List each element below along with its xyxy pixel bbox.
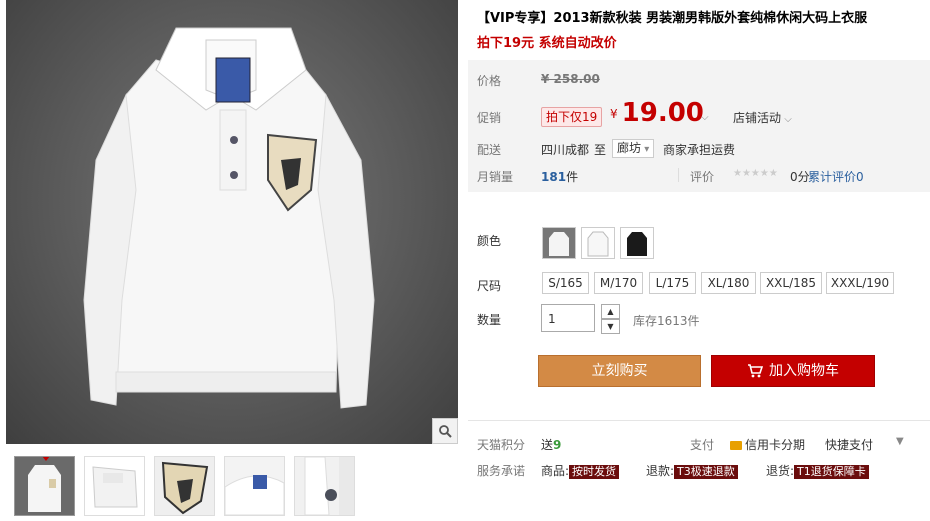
- rating-stars-icon: ★★★★★: [733, 168, 778, 179]
- thumbnail-5[interactable]: [294, 456, 355, 516]
- rating-label: 评价: [690, 170, 715, 184]
- color-swatch-black[interactable]: [620, 227, 654, 259]
- destination-value: 廊坊: [617, 141, 642, 155]
- refund-label: 退款:: [646, 464, 675, 478]
- magnifier-icon: [439, 425, 452, 438]
- size-option-l[interactable]: L/175: [649, 272, 696, 294]
- goods-tag[interactable]: 按时发货: [569, 465, 620, 479]
- white-shirt-icon: [582, 228, 614, 258]
- thumb-badge-image: [155, 457, 214, 515]
- thumb-button-image: [295, 457, 354, 515]
- to-word: 至: [594, 143, 607, 157]
- promo-label: 促销: [477, 111, 502, 125]
- size-option-m[interactable]: M/170: [594, 272, 643, 294]
- points-info: 送9: [541, 436, 561, 453]
- thumbnail-4[interactable]: [224, 456, 285, 516]
- add-to-cart-button[interactable]: 加入购物车: [711, 355, 875, 387]
- size-option-s[interactable]: S/165: [542, 272, 589, 294]
- destination-select[interactable]: 廊坊 ▾: [612, 139, 655, 158]
- store-activity-dropdown[interactable]: 店铺活动 ⌵: [733, 109, 792, 126]
- points-label: 天猫积分: [477, 438, 526, 452]
- quick-pay: 快捷支付: [825, 438, 874, 452]
- section-divider: [468, 420, 930, 421]
- quantity-decrease-button[interactable]: ▼: [601, 319, 620, 334]
- buy-now-button[interactable]: 立刻购买: [538, 355, 701, 387]
- size-option-xxl[interactable]: XXL/185: [760, 272, 822, 294]
- size-option-xxxl[interactable]: XXXL/190: [826, 272, 894, 294]
- color-label: 颜色: [477, 234, 502, 248]
- goods-label: 商品:: [541, 464, 570, 478]
- thumbnail-3[interactable]: [154, 456, 215, 516]
- size-option-xl[interactable]: XL/180: [701, 272, 756, 294]
- divider: [678, 168, 679, 182]
- black-shirt-icon: [621, 228, 653, 258]
- thumbnail-2[interactable]: [84, 456, 145, 516]
- quantity-input[interactable]: 1: [541, 304, 595, 332]
- size-label: 尺码: [477, 279, 502, 293]
- monthly-sales: 181件: [541, 168, 578, 185]
- zoom-button[interactable]: [432, 418, 458, 444]
- monthly-sales-count: 181: [541, 170, 567, 184]
- product-title: 【VIP专享】2013新款秋装 男装潮男韩版外套纯棉休闲大码上衣服: [477, 11, 868, 26]
- shirt-illustration: [83, 27, 375, 409]
- promo-price-value: 19.00: [621, 98, 704, 128]
- thumbnail-1[interactable]: [14, 456, 75, 516]
- credit-card-icon: [730, 441, 742, 450]
- product-subtitle: 拍下19元 系统自动改价: [477, 36, 617, 51]
- chevron-up-icon: ▲: [607, 307, 614, 316]
- promo-price: ¥19.00: [610, 98, 704, 128]
- main-product-image[interactable]: [6, 0, 458, 444]
- return-tag[interactable]: T1退货保障卡: [794, 465, 869, 479]
- more-payment-button[interactable]: ▼: [896, 436, 904, 447]
- credit-card-label: 信用卡分期: [745, 438, 806, 452]
- currency-symbol: ¥: [610, 106, 618, 121]
- thumb-front-image: [15, 457, 74, 515]
- chevron-down-icon: ⌵: [701, 112, 709, 123]
- promo-tag: 拍下仅19: [541, 107, 603, 127]
- add-to-cart-label: 加入购物车: [769, 363, 839, 379]
- credit-card-installment[interactable]: 信用卡分期: [730, 436, 805, 453]
- price-label: 价格: [477, 74, 502, 88]
- review-link[interactable]: 累计评价0: [808, 168, 864, 185]
- caret-down-icon: ▼: [896, 436, 904, 447]
- chevron-down-icon: ▼: [607, 322, 614, 331]
- quantity-increase-button[interactable]: ▲: [601, 304, 620, 319]
- service-return: 退货: T1退货保障卡: [766, 462, 869, 479]
- chevron-down-icon: ⌵: [781, 114, 792, 125]
- service-refund: 退款: T3极速退款: [646, 462, 738, 479]
- service-goods: 商品: 按时发货: [541, 462, 620, 479]
- white-shirt-icon: [543, 228, 575, 258]
- cart-icon: [748, 364, 764, 378]
- return-label: 退货:: [766, 464, 795, 478]
- thumbnail-strip: [14, 456, 355, 516]
- stock-info: 库存1613件: [633, 314, 700, 328]
- active-indicator-icon: [42, 457, 50, 461]
- points-prefix: 送: [541, 438, 554, 452]
- review-count: 0: [856, 170, 864, 184]
- original-price: ¥ 258.00: [541, 72, 600, 86]
- thumb-folded-image: [85, 457, 144, 515]
- service-label: 服务承诺: [477, 464, 526, 478]
- quantity-label: 数量: [477, 313, 502, 327]
- review-link-label: 累计评价: [808, 170, 857, 184]
- origin-city: 四川成都: [541, 143, 590, 157]
- color-swatch-white[interactable]: [542, 227, 576, 259]
- monthly-sales-label: 月销量: [477, 170, 514, 184]
- shipping-info: 商家承担运费: [663, 143, 736, 157]
- monthly-sales-unit: 件: [566, 170, 579, 184]
- caret-down-icon: ▾: [641, 144, 650, 155]
- points-value: 9: [553, 438, 562, 452]
- store-activity-label: 店铺活动: [733, 111, 782, 125]
- thumb-collar-image: [225, 457, 284, 515]
- delivery-label: 配送: [477, 143, 502, 157]
- color-swatch-white-2[interactable]: [581, 227, 615, 259]
- pay-label: 支付: [690, 438, 715, 452]
- refund-tag[interactable]: T3极速退款: [674, 465, 738, 479]
- rating-score: 0分: [790, 170, 810, 184]
- promo-dropdown[interactable]: ⌵: [701, 109, 709, 123]
